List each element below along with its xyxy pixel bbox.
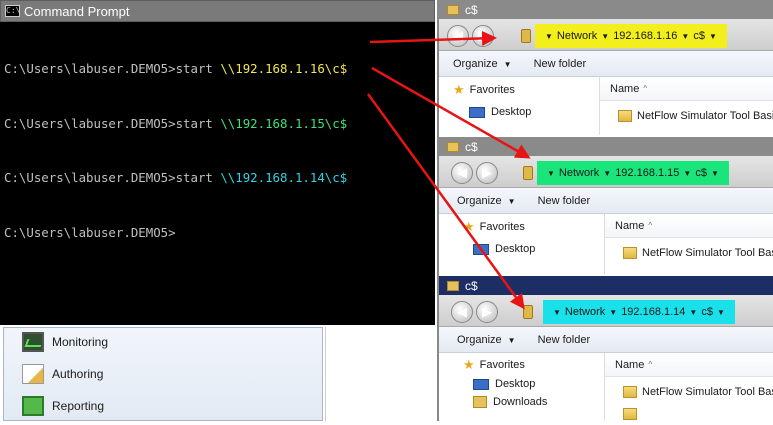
arrow-to-window-3: [366, 93, 525, 310]
arrow-to-window-2: [371, 66, 531, 159]
annotation-arrows: [366, 30, 531, 310]
arrow-to-window-1: [369, 30, 497, 46]
